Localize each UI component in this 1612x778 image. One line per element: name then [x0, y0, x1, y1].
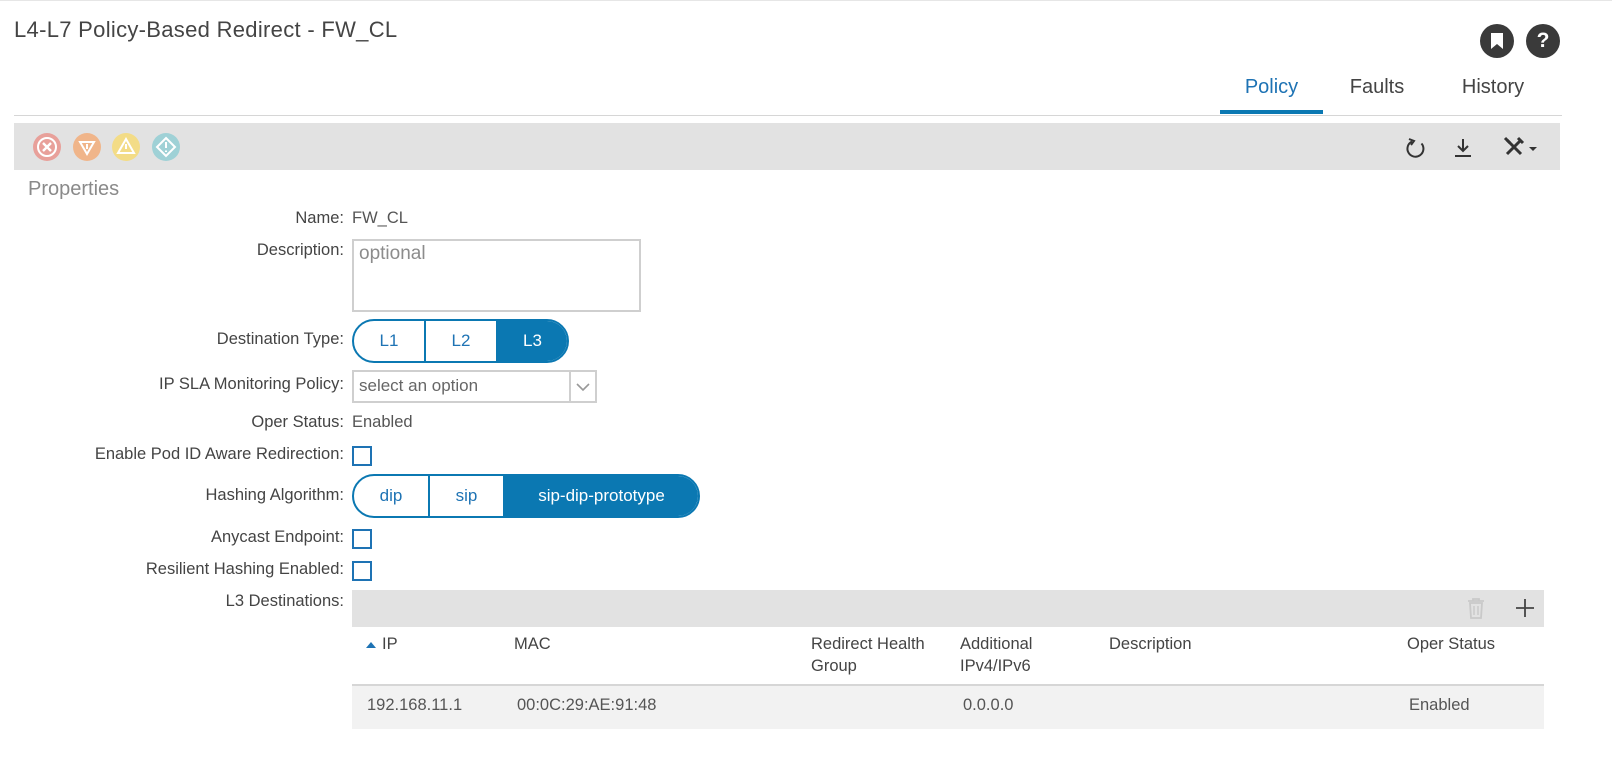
bookmark-button[interactable] — [1480, 24, 1514, 58]
help-button[interactable]: ? — [1526, 24, 1560, 58]
ip-sla-select[interactable]: select an option — [352, 370, 597, 403]
page-title: L4-L7 Policy-Based Redirect - FW_CL — [14, 17, 398, 42]
bookmark-icon — [1491, 33, 1503, 49]
refresh-icon[interactable] — [1403, 135, 1429, 161]
anycast-endpoint-label: Anycast Endpoint: — [211, 528, 344, 546]
top-border — [0, 0, 1612, 1]
description-label: Description: — [256, 241, 344, 259]
add-icon[interactable] — [1514, 597, 1536, 624]
resilient-hashing-checkbox[interactable] — [352, 561, 372, 581]
destination-type-l2[interactable]: L2 — [426, 321, 498, 361]
tab-history[interactable]: History — [1452, 76, 1534, 114]
trash-icon[interactable] — [1465, 596, 1487, 625]
oper-status-value: Enabled — [352, 413, 413, 431]
cell-oper-status: Enabled — [1409, 696, 1470, 714]
ip-sla-label: IP SLA Monitoring Policy: — [159, 375, 344, 393]
fault-toolbar — [14, 123, 1560, 170]
ip-sla-select-value: select an option — [359, 376, 479, 395]
hashing-sip-dip-prototype[interactable]: sip-dip-prototype — [505, 476, 698, 516]
column-header-additional-ip[interactable]: Additional IPv4/IPv6 — [960, 633, 1060, 677]
resilient-hashing-label: Resilient Hashing Enabled: — [145, 560, 344, 578]
table-row[interactable]: 192.168.11.1 00:0C:29:AE:91:48 0.0.0.0 E… — [352, 686, 1544, 729]
column-header-mac[interactable]: MAC — [514, 633, 551, 655]
destination-type-l3[interactable]: L3 — [498, 321, 567, 361]
properties-section-title: Properties — [28, 178, 120, 200]
column-header-oper-status[interactable]: Oper Status — [1407, 633, 1495, 655]
description-field[interactable]: optional — [352, 239, 641, 312]
cell-mac: 00:0C:29:AE:91:48 — [517, 696, 657, 714]
column-header-health-group[interactable]: Redirect Health Group — [811, 633, 931, 677]
tab-divider — [14, 115, 1562, 116]
tab-faults[interactable]: Faults — [1338, 76, 1416, 114]
hashing-sip[interactable]: sip — [430, 476, 505, 516]
tab-policy[interactable]: Policy — [1220, 76, 1323, 114]
cell-additional-ip: 0.0.0.0 — [963, 696, 1014, 714]
name-value: FW_CL — [352, 209, 408, 227]
minor-fault-icon[interactable] — [111, 132, 141, 162]
anycast-endpoint-checkbox[interactable] — [352, 529, 372, 549]
pod-aware-checkbox[interactable] — [352, 446, 372, 466]
critical-fault-icon[interactable] — [32, 132, 62, 162]
warning-fault-icon[interactable] — [151, 132, 181, 162]
hashing-dip[interactable]: dip — [354, 476, 430, 516]
name-label: Name: — [295, 209, 344, 227]
sort-ascending-icon — [366, 641, 376, 648]
l3-destinations-label: L3 Destinations: — [225, 592, 344, 610]
oper-status-label: Oper Status: — [251, 413, 344, 431]
tools-icon[interactable] — [1502, 135, 1542, 161]
help-icon: ? — [1536, 29, 1550, 52]
hashing-algorithm-label: Hashing Algorithm: — [205, 486, 345, 504]
column-header-description[interactable]: Description — [1109, 633, 1192, 655]
cell-ip: 192.168.11.1 — [367, 696, 463, 714]
column-header-ip-label: IP — [382, 635, 398, 653]
description-placeholder: optional — [359, 243, 426, 264]
hashing-algorithm-toggle[interactable]: dip sip sip-dip-prototype — [352, 474, 700, 518]
destination-type-label: Destination Type: — [216, 330, 344, 348]
destination-type-l1[interactable]: L1 — [354, 321, 426, 361]
column-header-ip[interactable]: IP — [366, 633, 398, 655]
pod-aware-label: Enable Pod ID Aware Redirection: — [94, 445, 344, 463]
chevron-down-icon[interactable] — [569, 372, 595, 401]
major-fault-icon[interactable] — [72, 132, 102, 162]
l3-destinations-toolbar — [352, 590, 1544, 627]
destination-type-toggle[interactable]: L1 L2 L3 — [352, 319, 569, 363]
download-icon[interactable] — [1450, 135, 1476, 161]
